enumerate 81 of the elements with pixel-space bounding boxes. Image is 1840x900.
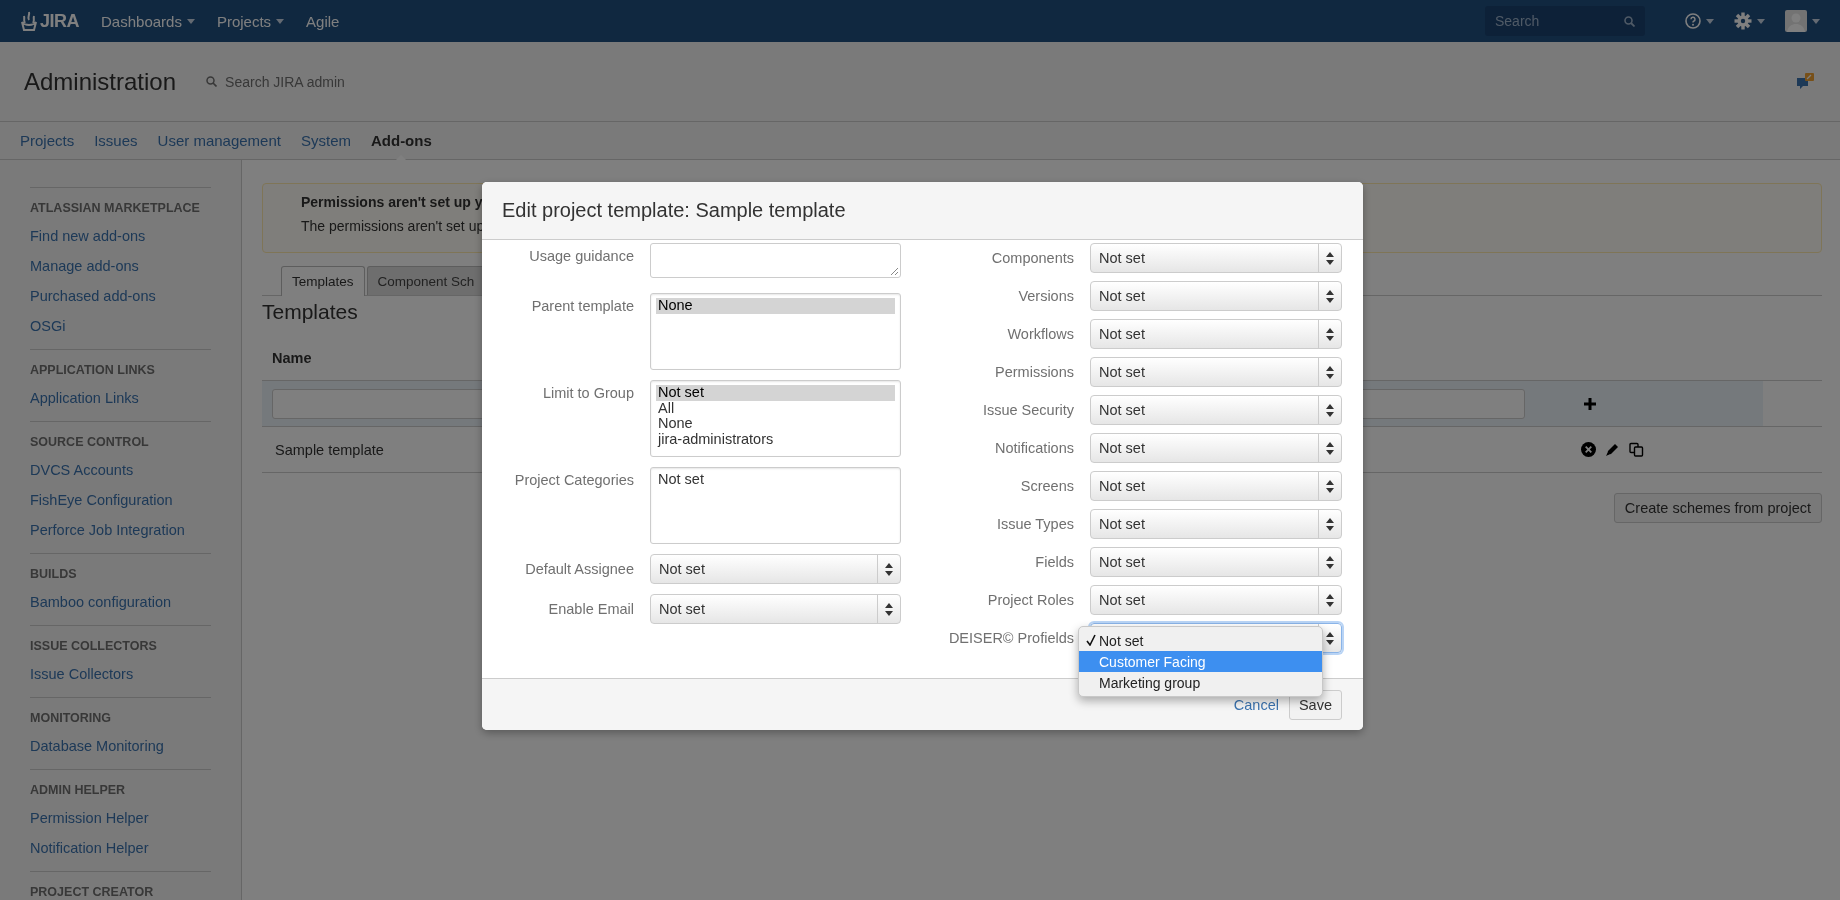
list-option[interactable]: Not set <box>656 472 895 488</box>
list-option[interactable]: None <box>656 298 895 314</box>
select-field[interactable]: Not set <box>650 594 901 624</box>
select-field[interactable]: Not set <box>1090 585 1342 615</box>
sidebar-link[interactable]: OSGi <box>30 311 211 341</box>
cancel-link[interactable]: Cancel <box>1233 696 1279 713</box>
sidebar-link[interactable]: FishEye Configuration <box>30 485 211 515</box>
section-heading: BUILDS <box>30 566 78 583</box>
field-label: Screens <box>1019 478 1074 494</box>
admin-tab[interactable]: User management <box>157 121 281 160</box>
select-field[interactable]: Not set <box>1090 547 1342 577</box>
field-label: Fields <box>1034 554 1074 570</box>
section-heading: PROJECT CREATOR <box>30 884 155 900</box>
sidebar-link[interactable]: Database Monitoring <box>30 731 211 761</box>
create-schemes-button[interactable]: Create schemes from project <box>1613 493 1822 523</box>
field-label: Permissions <box>994 364 1074 380</box>
list-option[interactable]: jira-administrators <box>656 431 895 447</box>
list-option[interactable]: Not set <box>656 385 895 401</box>
field-label: Components <box>990 250 1074 266</box>
list-option[interactable]: None <box>656 416 895 432</box>
sidebar-link[interactable]: Issue Collectors <box>30 659 211 689</box>
tab[interactable]: Templates <box>281 266 365 296</box>
list-box[interactable]: Not set <box>650 467 901 544</box>
select-field[interactable]: Not set <box>1090 395 1342 425</box>
sidebar-link[interactable]: Purchased add-ons <box>30 281 211 311</box>
sidebar-link[interactable]: Manage add-ons <box>30 251 211 281</box>
nav-menu[interactable]: Dashboards <box>101 12 195 30</box>
dialog-title: Edit project template: Sample template <box>502 199 846 222</box>
search-field[interactable]: Search <box>1485 6 1645 36</box>
section-heading: ISSUE COLLECTORS <box>30 638 158 655</box>
sidebar-link[interactable]: Permission Helper <box>30 803 211 833</box>
sidebar-link[interactable]: Perforce Job Integration <box>30 515 211 545</box>
section-heading: MONITORING <box>30 710 113 727</box>
sidebar-link[interactable]: Notification Helper <box>30 833 211 863</box>
admin-tab[interactable]: Add-ons <box>370 121 432 160</box>
list-box[interactable]: Not set All None jira-administrators <box>650 380 901 457</box>
select-field[interactable]: Not set <box>650 554 901 584</box>
section-heading: SOURCE CONTROL <box>30 434 150 451</box>
admin-tab[interactable]: Issues <box>94 121 138 160</box>
field-label: DEISER© Profields <box>947 630 1074 646</box>
field-label: Versions <box>1017 288 1074 304</box>
admin-search-field[interactable]: Search JIRA admin <box>223 72 388 91</box>
sidebar-link[interactable]: Application Links <box>30 383 211 413</box>
column-header: Name <box>272 350 312 366</box>
field-label: Enable Email <box>547 601 634 617</box>
field-label: Default Assignee <box>524 561 634 577</box>
sidebar-link[interactable]: Find new add-ons <box>30 221 211 251</box>
select-field[interactable]: Not set <box>1090 357 1342 387</box>
select-field[interactable]: Not set <box>1090 471 1342 501</box>
field-label: Issue Types <box>995 516 1074 532</box>
section-heading: ATLASSIAN MARKETPLACE <box>30 200 201 217</box>
logo-text: JIRA <box>40 10 79 32</box>
sidebar-link[interactable]: DVCS Accounts <box>30 455 211 485</box>
field-label: Project Roles <box>986 592 1074 608</box>
select-field[interactable]: Not set <box>1090 433 1342 463</box>
list-box[interactable]: None <box>650 293 901 370</box>
section-heading: APPLICATION LINKS <box>30 362 156 379</box>
page-title: Administration <box>24 67 177 96</box>
field-label: Limit to Group <box>541 384 634 403</box>
admin-tab[interactable]: System <box>300 121 351 160</box>
dropdown-option[interactable]: Customer Facing <box>1079 651 1322 672</box>
field-label: Usage guidance <box>528 247 634 266</box>
nav-menu[interactable]: Projects <box>216 12 285 30</box>
field-label: Workflows <box>1006 326 1074 342</box>
section-heading: ADMIN HELPER <box>30 782 127 799</box>
nav-menu[interactable]: Agile <box>306 12 340 30</box>
field-label: Notifications <box>994 440 1074 456</box>
field-label: Project Categories <box>513 471 634 490</box>
select-field[interactable]: Not set <box>1090 281 1342 311</box>
select-field[interactable]: Not set <box>1090 509 1342 539</box>
field-label: Parent template <box>530 297 634 316</box>
admin-tab[interactable]: Projects <box>20 121 75 160</box>
list-option[interactable]: All <box>656 400 895 416</box>
field-label: Issue Security <box>981 402 1074 418</box>
section-title: Templates <box>262 300 358 325</box>
table-cell: Sample template <box>275 441 384 458</box>
dropdown-option[interactable]: Not set <box>1079 630 1322 651</box>
select-field[interactable]: Not set <box>1090 243 1342 273</box>
select-field[interactable]: Not set <box>1090 319 1342 349</box>
warning-title: Permissions aren't set up y <box>301 194 483 210</box>
sidebar-link[interactable]: Bamboo configuration <box>30 587 211 617</box>
